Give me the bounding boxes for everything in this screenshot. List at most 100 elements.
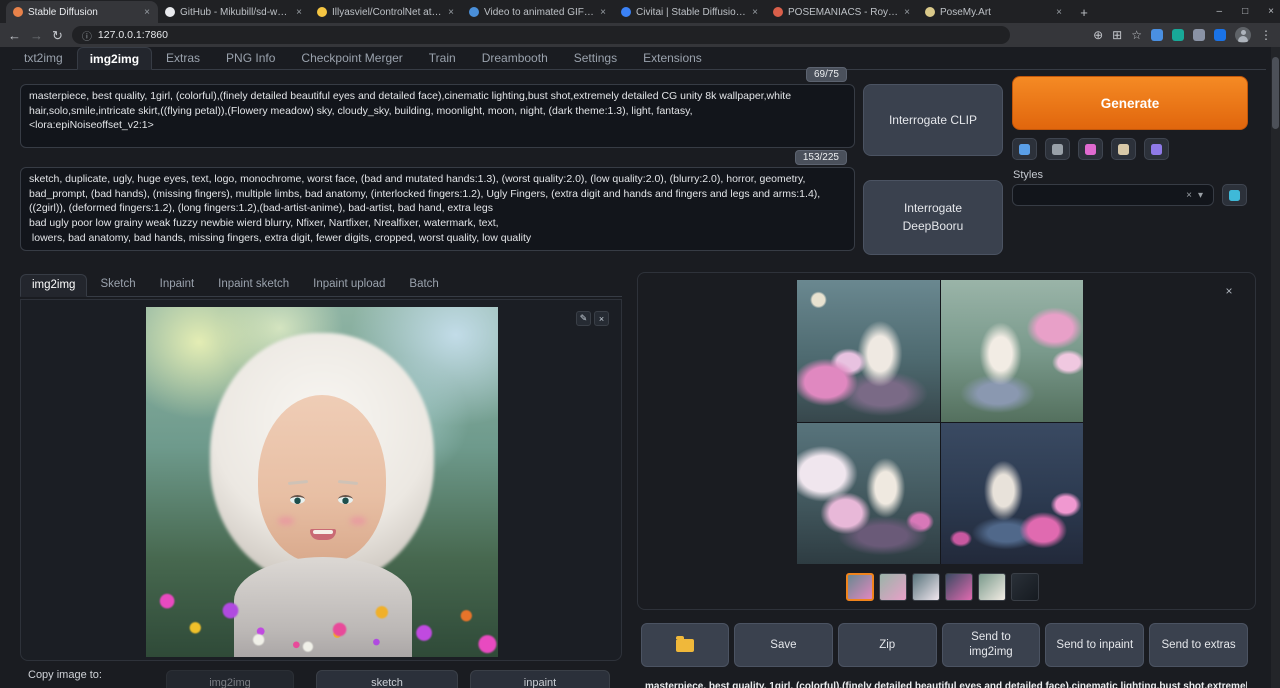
tab-close-icon[interactable]: × [447,7,455,18]
source-image-preview[interactable] [146,307,498,657]
tab-close-icon[interactable]: × [143,7,151,18]
forward-icon[interactable]: → [30,29,43,42]
subtab-inpaint[interactable]: Inpaint [149,274,206,296]
tab-train[interactable]: Train [417,47,468,69]
tab-title: GitHub - Mikubill/sd-webui-con… [180,7,290,18]
new-tab-button[interactable]: + [1074,2,1094,22]
generate-button[interactable]: Generate [1012,76,1248,130]
save-button[interactable]: Save [734,623,833,667]
copy-to-sketch-button[interactable]: sketch [316,670,458,688]
window-close-icon[interactable]: × [1268,6,1274,17]
bookmark-star-icon[interactable]: ☆ [1131,29,1142,41]
generated-image-grid[interactable] [797,280,1083,564]
extension-icon-4[interactable] [1214,29,1226,41]
tab-settings[interactable]: Settings [562,47,629,69]
apply-style-button[interactable] [1111,138,1136,160]
tab-extras[interactable]: Extras [154,47,212,69]
tab-close-icon[interactable]: × [599,7,607,18]
extra-networks-button[interactable] [1078,138,1103,160]
generated-image-1[interactable] [797,280,940,422]
tab-favicon [13,7,23,17]
remove-image-button[interactable]: × [594,311,609,326]
save-style-button[interactable] [1144,138,1169,160]
cast-icon[interactable]: ⊞ [1112,29,1122,41]
back-icon[interactable]: ← [8,29,21,42]
url-text: 127.0.0.1:7860 [98,29,168,41]
extension-icon-3[interactable] [1193,29,1205,41]
styles-refresh-button[interactable] [1222,184,1247,206]
send-to-img2img-button[interactable]: Send to img2img [942,623,1041,667]
subtab-inpaint-sketch[interactable]: Inpaint sketch [207,274,300,296]
open-folder-button[interactable] [641,623,729,667]
subtab-batch[interactable]: Batch [398,274,449,296]
trash-icon [1052,144,1063,155]
tab-dreambooth[interactable]: Dreambooth [470,47,560,69]
chevron-down-icon[interactable]: ▾ [1195,190,1206,201]
browser-tab-posemyart[interactable]: PoseMy.Art × [918,1,1070,23]
scrollbar-thumb[interactable] [1272,57,1279,129]
generated-image-2[interactable] [941,280,1084,422]
browser-tab-controlnet[interactable]: Illyasviel/ControlNet at main × [310,1,462,23]
browser-tab-gif-converter[interactable]: Video to animated GIF converter × [462,1,614,23]
browser-tab-posemaniacs[interactable]: POSEMANIACS - Royalty free 3… × [766,1,918,23]
send-to-extras-button[interactable]: Send to extras [1149,623,1248,667]
tab-txt2img[interactable]: txt2img [12,47,75,69]
browser-menu-icon[interactable]: ⋮ [1260,29,1272,41]
gallery-close-icon[interactable]: × [1221,283,1237,299]
generated-image-4[interactable] [941,423,1084,565]
tab-favicon [165,7,175,17]
subtab-sketch[interactable]: Sketch [89,274,146,296]
address-bar-actions: ⊕ ⊞ ☆ ⋮ [1093,27,1272,43]
tab-png-info[interactable]: PNG Info [214,47,287,69]
styles-dropdown[interactable]: × ▾ [1012,184,1214,206]
interrogate-deepbooru-button[interactable]: Interrogate DeepBooru [863,180,1003,255]
tab-close-icon[interactable]: × [751,7,759,18]
zip-button[interactable]: Zip [838,623,937,667]
thumbnail-3[interactable] [912,573,940,601]
copy-to-img2img-button[interactable]: img2img [166,670,294,688]
thumbnail-6[interactable] [1011,573,1039,601]
clear-prompt-button[interactable] [1045,138,1070,160]
prompt-input[interactable]: masterpiece, best quality, 1girl, (color… [20,84,855,148]
portrait-teeth [313,530,333,534]
generated-image-3[interactable] [797,423,940,565]
tab-extensions[interactable]: Extensions [631,47,714,69]
save-style-icon [1151,144,1162,155]
subtab-inpaint-upload[interactable]: Inpaint upload [302,274,396,296]
subtab-img2img[interactable]: img2img [20,274,87,297]
minimize-icon[interactable]: – [1217,6,1223,17]
interrogate-clip-button[interactable]: Interrogate CLIP [863,84,1003,156]
profile-avatar[interactable] [1235,27,1251,43]
tab-img2img[interactable]: img2img [77,47,152,70]
tab-close-icon[interactable]: × [1055,7,1063,18]
image-toolbar: ✎ × [576,311,609,326]
maximize-icon[interactable]: □ [1242,6,1248,17]
edit-image-button[interactable]: ✎ [576,311,591,326]
site-info-icon[interactable]: ⓘ [82,28,92,43]
extension-icon-2[interactable] [1172,29,1184,41]
thumbnail-2[interactable] [879,573,907,601]
paste-generation-params-button[interactable] [1012,138,1037,160]
tab-close-icon[interactable]: × [903,7,911,18]
reload-icon[interactable]: ↻ [52,29,63,42]
extension-icon-1[interactable] [1151,29,1163,41]
styles-clear-icon[interactable]: × [1183,190,1195,201]
window-controls: – □ × [1217,0,1274,22]
copy-to-inpaint-button[interactable]: inpaint [470,670,610,688]
thumbnail-5[interactable] [978,573,1006,601]
browser-tab-stable-diffusion[interactable]: Stable Diffusion × [6,1,158,23]
browser-tab-github[interactable]: GitHub - Mikubill/sd-webui-con… × [158,1,310,23]
tab-favicon [469,7,479,17]
url-bar[interactable]: ⓘ 127.0.0.1:7860 [72,26,1010,44]
thumbnail-1[interactable] [846,573,874,601]
negative-prompt-input[interactable]: sketch, duplicate, ugly, huge eyes, text… [20,167,855,251]
browser-tab-civitai[interactable]: Civitai | Stable Diffusion model… × [614,1,766,23]
zoom-icon[interactable]: ⊕ [1093,29,1103,41]
tab-favicon [773,7,783,17]
tab-checkpoint-merger[interactable]: Checkpoint Merger [289,47,414,69]
thumbnail-4[interactable] [945,573,973,601]
page-scrollbar[interactable] [1271,47,1280,688]
tab-close-icon[interactable]: × [295,7,303,18]
send-to-inpaint-button[interactable]: Send to inpaint [1045,623,1144,667]
tab-title: Civitai | Stable Diffusion model… [636,7,746,18]
